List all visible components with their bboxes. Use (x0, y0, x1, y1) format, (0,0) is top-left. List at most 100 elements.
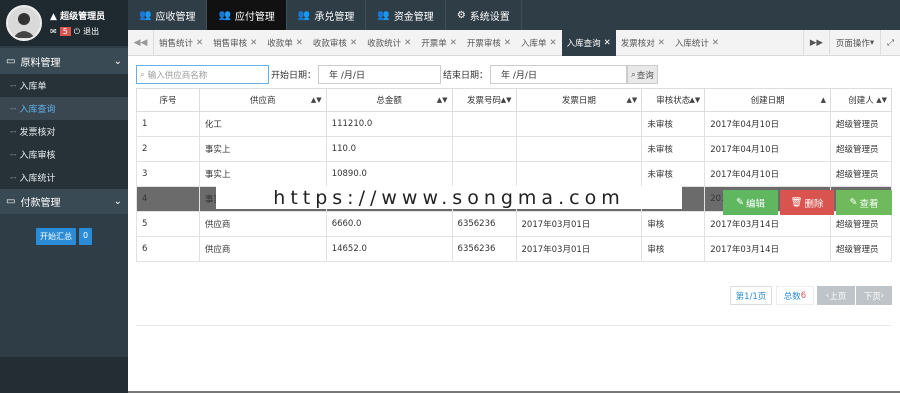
monitor-icon: ▭ (6, 55, 16, 67)
total-count: 总数 6 (776, 286, 814, 305)
sort-icon[interactable]: ▲ (821, 96, 826, 104)
power-icon[interactable]: ⏻ (74, 27, 80, 37)
close-icon[interactable]: ✕ (604, 38, 611, 48)
cell-invoice-date (515, 111, 643, 137)
column-header[interactable]: 发票日期 ▲▼ (515, 88, 643, 112)
sidebar-item-inbound-query[interactable]: -- 入库查询 (0, 97, 128, 120)
cell-supplier: 事实上 (198, 161, 327, 187)
page-tab-inbound-query[interactable]: 入库查询 ✕ (561, 29, 616, 56)
menu-group-materials[interactable]: ▭ 原料管理 ⌄ (0, 48, 128, 74)
end-date-input[interactable]: 年 /月/日 (490, 65, 628, 84)
page-tab-invoice-check[interactable]: 发票核对 ✕ (616, 30, 670, 56)
column-header[interactable]: 创建人 ▲▼ (830, 88, 892, 112)
sidebar-item-inbound-review[interactable]: -- 入库审核 (0, 143, 128, 166)
cell-creator: 超级管理员 (830, 236, 892, 262)
close-icon[interactable]: ✕ (296, 38, 303, 48)
column-header[interactable]: 序号 (136, 88, 200, 112)
view-button[interactable]: ✎ 查看 (836, 190, 892, 215)
menu-group-payments[interactable]: ▭ 付款管理 ⌄ (0, 189, 128, 214)
table-row[interactable]: 2 事实上 110.0 未审核 2017年04月10日 超级管理员 (136, 136, 892, 162)
sort-icon[interactable]: ▲▼ (311, 96, 322, 104)
query-button[interactable]: ⌕ 查询 (627, 65, 658, 84)
close-icon[interactable]: ✕ (550, 38, 557, 48)
cell-creator: 超级管理员 (830, 211, 892, 237)
page-indicator: 第1/1页 (730, 286, 772, 305)
start-date-label: 开始日期： (271, 71, 317, 81)
tab-payables[interactable]: 👥 应付管理 (207, 0, 287, 30)
users-icon: 👥 (218, 9, 231, 21)
next-page-button[interactable]: 下页 › (856, 286, 892, 305)
prev-page-button[interactable]: ‹ 上页 (817, 286, 855, 305)
users-icon: 👥 (139, 9, 152, 21)
column-header[interactable]: 创建日期 ▲ (704, 88, 832, 112)
cell-invoice-date: 2017年03月01日 (515, 211, 643, 237)
sidebar-item-inbound-stats[interactable]: -- 入库统计 (0, 166, 128, 189)
sort-icon[interactable]: ▲▼ (876, 96, 887, 104)
close-icon[interactable]: ✕ (404, 38, 411, 48)
page-tab-invoice[interactable]: 开票单 ✕ (416, 30, 462, 56)
sidebar-footer (0, 357, 128, 393)
cell-created: 2017年04月10日 (704, 111, 832, 137)
column-header[interactable]: 总金额 ▲▼ (325, 88, 453, 112)
cell-supplier: 供应商 (198, 236, 327, 262)
delete-button[interactable]: 🗑 删除 (780, 190, 834, 215)
page-tab-receipt-review[interactable]: 收款审核 ✕ (308, 30, 362, 56)
page-tab-invoice-review[interactable]: 开票审核 ✕ (462, 30, 516, 56)
start-date-input[interactable]: 年 /月/日 (318, 65, 442, 84)
logout-link[interactable]: 退出 (83, 26, 99, 37)
scroll-right-icon[interactable]: ▶▶ (802, 29, 829, 56)
page-ops-dropdown[interactable]: 页面操作 ▾ (828, 29, 880, 56)
tab-acceptance[interactable]: 👥 承兑管理 (287, 0, 367, 30)
filter-bar: ⌕ 输入供应商名称 开始日期： 年 /月/日 结束日期： 年 /月/日 ⌕ 查询 (136, 64, 658, 85)
scroll-left-icon[interactable]: ◀◀ (128, 29, 154, 56)
search-icon: ⌕ (140, 69, 145, 80)
close-icon[interactable]: ✕ (504, 38, 511, 48)
avatar[interactable] (6, 5, 42, 41)
table-row[interactable]: 1 化工 111210.0 未审核 2017年04月10日 超级管理员 (136, 111, 892, 137)
search-input[interactable]: ⌕ 输入供应商名称 (136, 65, 269, 84)
close-icon[interactable]: ✕ (196, 38, 203, 48)
column-header[interactable]: 发票号码 ▲▼ (451, 88, 517, 112)
sort-icon[interactable]: ▲▼ (437, 96, 448, 104)
page-tab-sales-stats[interactable]: 销售统计 ✕ (154, 30, 208, 56)
page-tab-receipt[interactable]: 收款单 ✕ (262, 30, 308, 56)
mail-icon[interactable]: ✉ (50, 27, 57, 36)
cell-status: 审核 (641, 236, 706, 262)
gears-icon: ⚙ (456, 9, 466, 21)
tab-funds[interactable]: 👥 资金管理 (366, 0, 446, 30)
page-tab-inbound-stats[interactable]: 入库统计 ✕ (670, 30, 724, 56)
cell-index: 4 (136, 186, 200, 212)
tab-receivables[interactable]: 👥 应收管理 (128, 0, 208, 30)
cell-amount: 14652.0 (325, 236, 453, 262)
cell-invoice-no: 6356236 (451, 236, 517, 262)
close-icon[interactable]: ✕ (250, 38, 257, 48)
column-header[interactable]: 审核状态 ▲▼ (641, 88, 706, 112)
sort-icon[interactable]: ▲▼ (627, 96, 638, 104)
fullscreen-icon[interactable]: ⤢ (880, 29, 900, 56)
sort-icon[interactable]: ▲▼ (501, 96, 512, 104)
edit-button[interactable]: ✎ 编辑 (723, 190, 778, 215)
close-icon[interactable]: ✕ (450, 38, 457, 48)
page-tab-sales-review[interactable]: 销售审核 ✕ (208, 30, 262, 56)
page-tab-receipt-stats[interactable]: 收款统计 ✕ (362, 30, 416, 56)
cell-invoice-date (515, 136, 643, 162)
sidebar-item-inbound[interactable]: -- 入库单 (0, 74, 128, 97)
cell-invoice-no (451, 161, 517, 187)
inbound-table: 序号 供应商 ▲▼ 总金额 ▲▼ 发票号码 ▲▼ 发票日期 ▲▼ 审核状态 ▲▼ 创建日期… (136, 88, 892, 262)
close-icon[interactable]: ✕ (658, 38, 665, 48)
table-row[interactable]: 6 供应商 14652.0 6356236 2017年03月01日 审核 2017年03月1… (136, 236, 892, 262)
sort-icon[interactable]: ▲▼ (689, 96, 700, 104)
close-icon[interactable]: ✕ (712, 38, 719, 48)
column-header[interactable]: 供应商 ▲▼ (198, 88, 327, 112)
page-tabbar: ◀◀ 销售统计 ✕ 销售审核 ✕ 收款单 ✕ 收款审核 ✕ 收款统计 ✕ 开票单 ✕ 开票审… (128, 29, 900, 56)
view-icon: ✎ (849, 197, 858, 208)
sidebar-item-invoice-check[interactable]: -- 发票核对 (0, 120, 128, 143)
close-icon[interactable]: ✕ (350, 38, 357, 48)
search-icon: ⌕ (631, 69, 636, 80)
page-tab-inbound[interactable]: 入库单 ✕ (516, 30, 562, 56)
trash-icon: 🗑 (790, 197, 803, 208)
table-row[interactable]: 5 供应商 6660.0 6356236 2017年03月01日 审核 2017年03月14… (136, 211, 892, 237)
start-summary-button[interactable]: 开始汇总 (35, 228, 76, 245)
table-row[interactable]: 3 事实上 10890.0 未审核 2017年04月10日 超级管理员 (136, 161, 892, 187)
tab-system-settings[interactable]: ⚙ 系统设置 (446, 0, 522, 30)
